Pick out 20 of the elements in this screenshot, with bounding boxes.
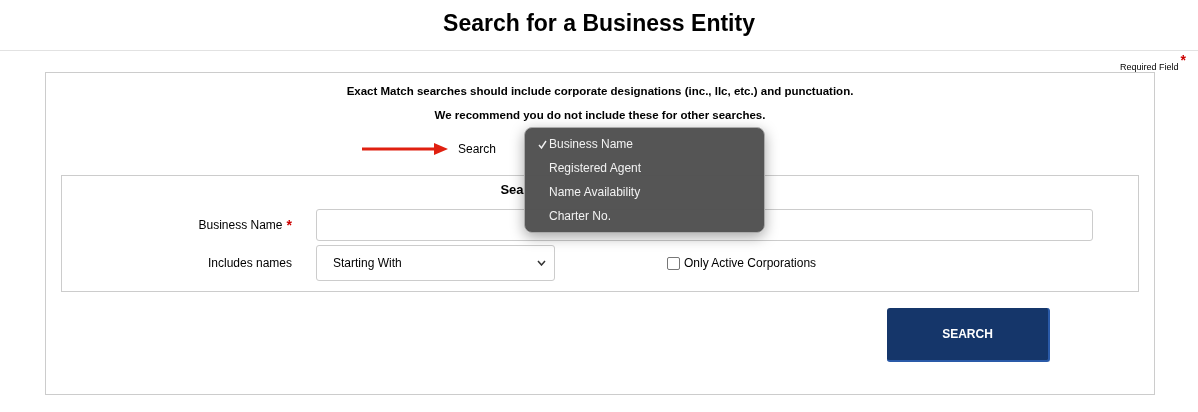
instruction-text: Exact Match searches should include corporate designations (inc., llc, etc.) and punctuation. xyxy=(346,84,854,99)
chevron-down-icon xyxy=(537,260,546,266)
includes-names-select[interactable]: Starting With xyxy=(316,245,555,281)
menu-item[interactable]: Charter No. xyxy=(525,204,764,228)
page-title: Search for a Business Entity xyxy=(0,0,1198,51)
includes-names-label: Includes names xyxy=(207,256,292,270)
required-mark: * xyxy=(1180,55,1186,70)
menu-item[interactable]: Registered Agent xyxy=(525,156,764,180)
search-button[interactable]: SEARCH xyxy=(887,308,1050,362)
panel-heading: Sea xyxy=(500,182,524,199)
arrow-icon xyxy=(362,143,448,155)
menu-item[interactable]: Business Name xyxy=(525,132,764,156)
only-active-label: Only Active Corporations xyxy=(684,256,817,270)
instruction-text: We recommend you do not include these for other searches. xyxy=(434,108,766,123)
search-type-label: Search xyxy=(458,142,496,156)
menu-item[interactable]: Name Availability xyxy=(525,180,764,204)
required-mark: * xyxy=(286,220,292,230)
checkbox[interactable] xyxy=(667,256,680,270)
required-field-note: Required Field xyxy=(1120,62,1179,72)
business-name-label: Business Name xyxy=(198,218,283,232)
